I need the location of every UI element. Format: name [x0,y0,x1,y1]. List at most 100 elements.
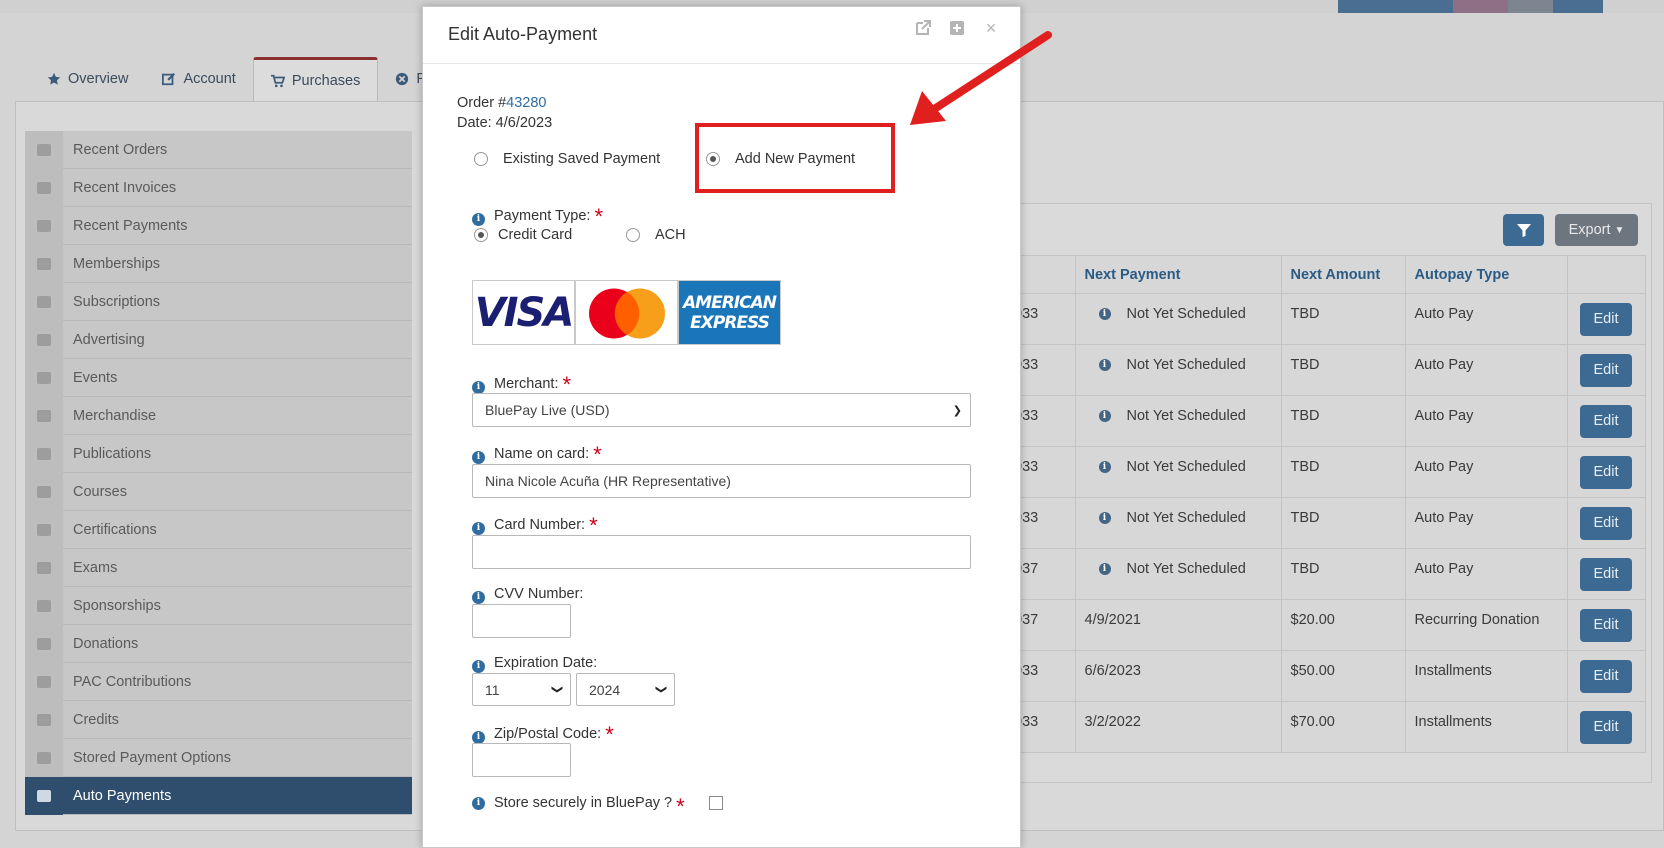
cell-actions: Edit [1566,701,1646,753]
cell-next-amount: TBD [1280,395,1406,447]
column-header-next-payment[interactable]: Next Payment [1074,255,1282,294]
info-icon[interactable]: i [472,660,485,673]
edit-button[interactable]: Edit [1580,711,1632,744]
expiration-year-select[interactable]: 2024 ❯ [576,673,675,706]
sidebar-item[interactable]: Stored Payment Options [25,738,412,777]
column-header-next-amount[interactable]: Next Amount [1280,255,1406,294]
sidebar-item-icon [25,358,63,397]
sidebar-item-label: Recent Invoices [73,179,177,196]
card-number-label: i Card Number: * [472,515,598,537]
export-button[interactable]: Export ▼ [1555,214,1638,246]
info-icon[interactable]: i [1098,512,1111,525]
edit-button[interactable]: Edit [1580,660,1632,693]
sidebar-item[interactable]: Memberships [25,244,412,283]
cvv-input[interactable] [472,604,571,638]
info-icon[interactable]: i [1098,359,1111,372]
cell-next-payment: i Not Yet Scheduled [1074,395,1282,447]
sidebar-item[interactable]: Sponsorships [25,586,412,625]
cell-actions: Edit [1566,293,1646,345]
sidebar-item[interactable]: PAC Contributions [25,662,412,701]
column-header-actions [1566,255,1646,294]
zip-label: i Zip/Postal Code: * [472,724,614,746]
chevron-down-icon: ❯ [550,684,563,695]
sidebar-item-icon [25,662,63,701]
edit-button[interactable]: Edit [1580,303,1632,336]
chevron-down-icon: ❯ [654,684,667,695]
top-buttons [1338,0,1603,13]
ach-option[interactable]: ACH [626,227,686,243]
existing-payment-option[interactable]: Existing Saved Payment [474,151,660,167]
info-icon[interactable]: i [1098,461,1111,474]
cell-truncated: 037 [1014,548,1076,600]
merchant-label: i Merchant: * [472,374,571,396]
column-header-autopay-type[interactable]: Autopay Type [1404,255,1568,294]
cart-icon [270,74,285,87]
sidebar-item-label: Recent Payments [73,217,188,234]
merchant-select[interactable]: BluePay Live (USD) ❯ [472,393,971,427]
edit-button[interactable]: Edit [1580,558,1632,591]
table-row: 033 6/6/2023 $50.00 Installments Edit [1014,650,1646,702]
sidebar-item[interactable]: Subscriptions [25,282,412,321]
zip-input[interactable] [472,743,571,777]
sidebar-item-label: Auto Payments [73,787,172,804]
edit-button[interactable]: Edit [1580,405,1632,438]
sidebar-item-icon [25,282,63,321]
cell-truncated: 033 [1014,701,1076,753]
expiration-month-value: 11 [485,681,500,698]
cell-next-amount: TBD [1280,293,1406,345]
existing-payment-radio[interactable] [474,152,488,166]
sidebar-item[interactable]: Advertising [25,320,412,359]
credit-card-radio[interactable] [474,228,488,242]
info-icon[interactable]: i [1098,410,1111,423]
annotation-highlight-box [695,123,895,193]
credit-card-option[interactable]: Credit Card [474,227,572,243]
cell-next-amount: TBD [1280,497,1406,549]
sidebar-item-icon [25,396,63,435]
zip-text: Zip/Postal Code: [494,726,602,742]
sidebar-item[interactable]: Events [25,358,412,397]
info-icon[interactable]: i [472,522,485,535]
cell-actions: Edit [1566,548,1646,600]
sidebar-item[interactable]: Auto Payments [25,776,412,815]
sidebar-item[interactable]: Recent Orders [25,130,412,169]
info-icon[interactable]: i [472,451,485,464]
order-number-link[interactable]: 43280 [506,95,546,111]
cell-autopay-type: Installments [1404,701,1568,753]
store-securely-text: Store securely in BluePay ? [494,795,673,811]
cell-truncated: 033 [1014,650,1076,702]
sidebar-item[interactable]: Recent Payments [25,206,412,245]
sidebar-item[interactable]: Donations [25,624,412,663]
merchant-value: BluePay Live (USD) [485,402,610,418]
info-icon[interactable]: i [1098,308,1111,321]
sidebar-item[interactable]: Credits [25,700,412,739]
sidebar-item-icon [25,700,63,739]
tab-account[interactable]: Account [145,57,252,101]
edit-button[interactable]: Edit [1580,456,1632,489]
order-number: Order #43280 [457,95,547,111]
sidebar-item-icon [25,586,63,625]
info-icon[interactable]: i [472,796,485,810]
tab-purchases[interactable]: Purchases [252,57,379,101]
expiration-month-select[interactable]: 11 ❯ [472,673,571,706]
edit-button[interactable]: Edit [1580,507,1632,540]
cell-truncated: 033 [1014,395,1076,447]
info-icon[interactable]: i [1098,563,1111,576]
sidebar-item[interactable]: Exams [25,548,412,587]
ach-radio[interactable] [626,228,640,242]
info-icon[interactable]: i [472,213,485,226]
tab-overview[interactable]: Overview [30,57,145,101]
sidebar-item[interactable]: Certifications [25,510,412,549]
edit-button[interactable]: Edit [1580,609,1632,642]
table-row: 033 i Not Yet Scheduled TBD Auto Pay Edit [1014,344,1646,396]
sidebar-item[interactable]: Courses [25,472,412,511]
sidebar-item[interactable]: Recent Invoices [25,168,412,207]
store-securely-checkbox[interactable] [708,796,723,810]
sidebar-item[interactable]: Merchandise [25,396,412,435]
filter-button[interactable] [1503,214,1544,246]
sidebar-item[interactable]: Publications [25,434,412,473]
cell-actions: Edit [1566,599,1646,651]
edit-button[interactable]: Edit [1580,354,1632,387]
card-number-input[interactable] [472,535,971,569]
info-icon[interactable]: i [472,591,485,604]
name-on-card-input[interactable]: Nina Nicole Acuña (HR Representative) [472,464,971,498]
